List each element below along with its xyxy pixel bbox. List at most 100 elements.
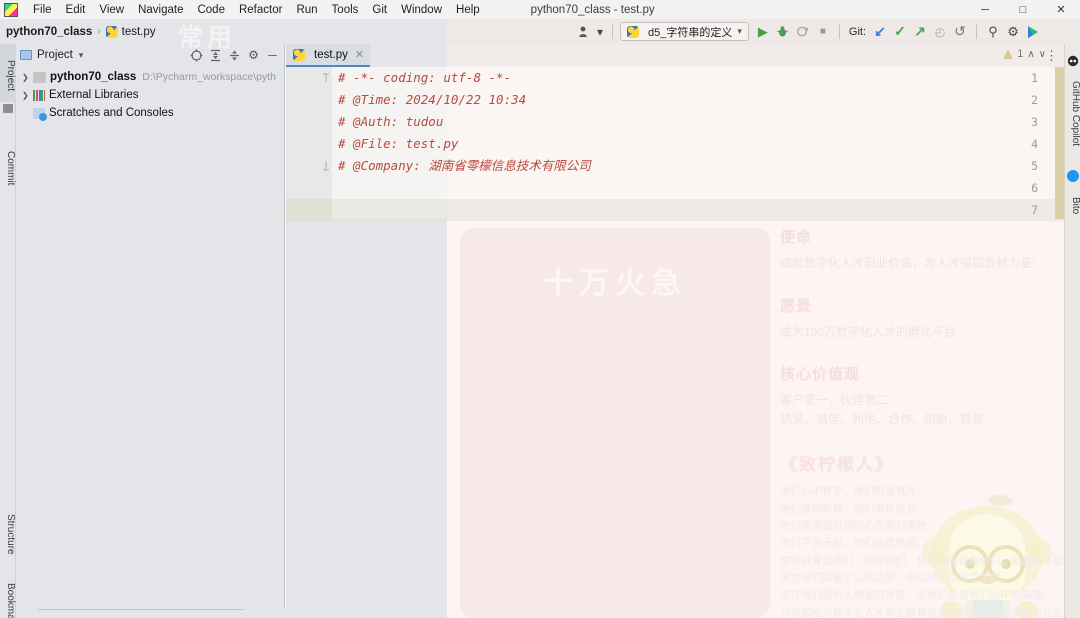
search-icon[interactable]: ⚲ — [984, 23, 1002, 41]
wallpaper-poem: 《致柠檬人》 他们心中有梦，他们眼里有光。 他们披荆斩棘，他们乘风破浪。 他们用… — [780, 450, 1080, 618]
inspection-status[interactable]: 1 ∧ ∨ — [1003, 48, 1046, 60]
wallpaper-line: 热爱、诚信、利他、合作、创新、极致 — [780, 410, 1080, 429]
editor-options-kebab-icon[interactable]: ⋮ — [1045, 48, 1058, 64]
code-fold-end-icon[interactable] — [322, 161, 330, 169]
menu-view[interactable]: View — [92, 2, 131, 18]
stop-button[interactable]: ■ — [814, 23, 832, 41]
breadcrumb-project[interactable]: python70_class — [6, 26, 92, 38]
scratches-icon — [33, 108, 45, 119]
expand-arrow-icon[interactable]: ❯ — [22, 73, 33, 82]
editor-gutter[interactable] — [286, 67, 332, 219]
close-button[interactable]: ✕ — [1042, 0, 1080, 19]
project-settings-gear-icon[interactable]: ⚙ — [246, 48, 261, 63]
menu-file[interactable]: File — [26, 2, 59, 18]
sidebar-item-structure[interactable]: Structure — [0, 499, 16, 565]
tree-label: Scratches and Consoles — [49, 107, 174, 119]
hide-panel-icon[interactable]: ─ — [265, 48, 280, 63]
menu-window[interactable]: Window — [394, 2, 449, 18]
maximize-button[interactable]: □ — [1004, 0, 1042, 19]
warning-count: 1 — [1017, 48, 1023, 60]
settings-gear-icon[interactable]: ⚙ — [1004, 23, 1022, 41]
tree-row-python70-class[interactable]: ❯ python70_class D:\Pycharm_workspace\py… — [16, 68, 284, 86]
run-configuration-name: d5_字符串的定义 — [648, 24, 732, 40]
git-history-icon[interactable]: ◴ — [931, 23, 949, 41]
expand-arrow-icon[interactable]: ❯ — [22, 91, 33, 100]
run-configuration-selector[interactable]: d5_字符串的定义 ▾ — [620, 22, 749, 41]
python-file-icon — [293, 49, 305, 61]
git-update-icon[interactable]: ↙ — [871, 23, 889, 41]
tab-test-py[interactable]: test.py ✕ — [286, 44, 370, 67]
sidebar-item-bookmarks[interactable]: Bookmarks — [0, 569, 16, 618]
select-opened-file-icon[interactable] — [189, 48, 204, 63]
editor-area: test.py ✕ ⋮ 1 2 3 4 5 6 7 # -*- coding: … — [286, 44, 1064, 219]
prev-problem-icon[interactable]: ∧ — [1027, 49, 1034, 60]
expand-all-icon[interactable] — [208, 48, 223, 63]
menu-run[interactable]: Run — [289, 2, 324, 18]
wallpaper-text-column: 使命 成就数字化人才职业价值，为人才强国贡献力量! 愿景 成为100万数字化人才… — [780, 226, 1080, 618]
tree-row-scratches-and-consoles[interactable]: Scratches and Consoles — [16, 104, 284, 122]
tree-label: External Libraries — [49, 89, 138, 101]
wallpaper-card-title: 十万火急 — [460, 258, 770, 302]
wallpaper-heading: 核心价值观 — [780, 363, 1080, 384]
user-profile-icon[interactable] — [575, 23, 593, 41]
debug-bug-icon[interactable] — [774, 23, 792, 41]
window-controls: ─ □ ✕ — [966, 0, 1080, 19]
run-button[interactable]: ▶ — [754, 23, 772, 41]
project-scope-caret-icon[interactable]: ▾ — [79, 50, 84, 61]
chevron-down-icon: ▾ — [737, 26, 742, 37]
code-editor[interactable]: 1 2 3 4 5 6 7 # -*- coding: utf-8 -*- # … — [286, 67, 1064, 219]
menu-edit[interactable]: Edit — [59, 2, 93, 18]
poem-line: 只有那些为数字化人才职业教育而奋斗的人，才能真正为社会贡献中坚力量！ — [780, 605, 1080, 618]
menu-navigate[interactable]: Navigate — [131, 2, 190, 18]
code-line: # @Company: 湖南省零檬信息技术有限公司 — [338, 155, 591, 177]
menu-help[interactable]: Help — [449, 2, 487, 18]
title-bar: File Edit View Navigate Code Refactor Ru… — [0, 0, 1080, 19]
poem-line: 他们心中有梦，他们眼里有光。 — [780, 483, 1080, 500]
project-panel-header: Project ▾ ⚙ ─ — [16, 44, 284, 66]
python-config-icon — [627, 26, 639, 38]
git-label: Git: — [849, 26, 866, 38]
poem-line: 因为他们突破了认知边界，所以他们绽放了生命。 — [780, 570, 1080, 587]
minimize-button[interactable]: ─ — [966, 0, 1004, 19]
sidebar-item-commit[interactable]: Commit — [0, 134, 16, 194]
close-icon[interactable]: ✕ — [355, 48, 364, 61]
next-problem-icon[interactable]: ∨ — [1039, 49, 1046, 60]
menu-code[interactable]: Code — [190, 2, 232, 18]
sidebar-item-project[interactable]: Project — [0, 44, 16, 102]
menu-git[interactable]: Git — [365, 2, 394, 18]
wallpaper-line: 客户第一，伙伴第二 — [780, 391, 1080, 410]
window-title: python70_class - test.py — [531, 4, 655, 16]
collapse-all-icon[interactable] — [227, 48, 242, 63]
main-toolbar: ▾ d5_字符串的定义 ▾ ▶ ■ Git: ↙ ✓ ↗ ◴ ↺ ⚲ ⚙ — [575, 19, 1042, 44]
run-coverage-icon[interactable] — [794, 23, 812, 41]
editor-vertical-scrollbar[interactable] — [1055, 67, 1064, 219]
breadcrumb-file[interactable]: test.py — [122, 26, 156, 38]
git-rollback-icon[interactable]: ↺ — [951, 23, 969, 41]
line-number: 3 — [1031, 111, 1038, 133]
tree-row-external-libraries[interactable]: ❯ External Libraries — [16, 86, 284, 104]
wallpaper-line: 成就数字化人才职业价值，为人才强国贡献力量! — [780, 254, 1080, 273]
ai-assistant-icon[interactable] — [1024, 23, 1042, 41]
menu-refactor[interactable]: Refactor — [232, 2, 289, 18]
sidebar-item-github-copilot[interactable]: GitHub Copilot — [1065, 70, 1080, 158]
breadcrumb-separator: › — [97, 26, 100, 37]
right-tool-strip: GitHub Copilot Bito — [1064, 44, 1080, 618]
wallpaper-heading: 使命 — [780, 226, 1080, 247]
poem-line: 他们用真诚包容的心态面对事物。 — [780, 518, 1080, 535]
editor-lower-background — [286, 219, 447, 618]
wallpaper-block: 核心价值观 客户第一，伙伴第二 热爱、诚信、利他、合作、创新、极致 — [780, 363, 1080, 428]
pycharm-logo-icon — [4, 3, 18, 17]
menu-tools[interactable]: Tools — [325, 2, 366, 18]
python-file-icon — [106, 26, 118, 38]
wallpaper-heading: 愿景 — [780, 295, 1080, 316]
wallpaper-block: 使命 成就数字化人才职业价值，为人才强国贡献力量! — [780, 226, 1080, 273]
bito-icon — [1067, 170, 1079, 182]
profile-caret-icon[interactable]: ▾ — [595, 23, 605, 41]
wallpaper-line: 成为100万数字化人才的孵化平台 — [780, 323, 1080, 342]
sidebar-item-bito[interactable]: Bito — [1065, 186, 1080, 226]
code-fold-icon[interactable] — [322, 73, 330, 81]
git-push-icon[interactable]: ↗ — [911, 23, 929, 41]
warning-triangle-icon — [1003, 50, 1013, 59]
code-line: # -*- coding: utf-8 -*- — [338, 67, 511, 89]
git-commit-icon[interactable]: ✓ — [891, 23, 909, 41]
